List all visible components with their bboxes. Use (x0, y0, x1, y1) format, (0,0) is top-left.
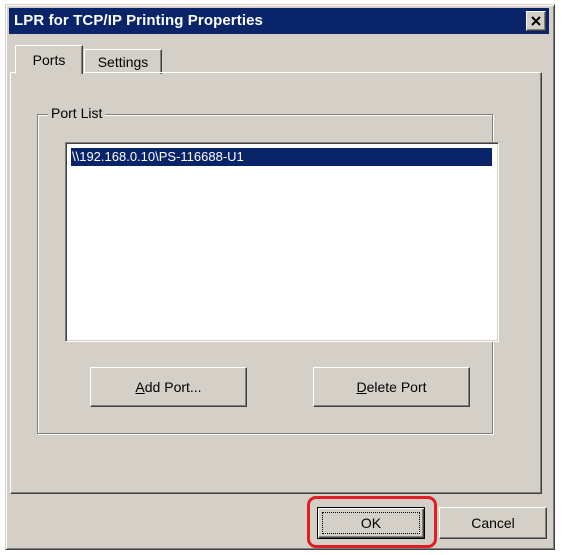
cancel-label: Cancel (471, 515, 515, 531)
close-icon (531, 16, 541, 26)
close-button[interactable] (526, 11, 546, 31)
tab-settings[interactable]: Settings (84, 49, 162, 74)
window-title: LPR for TCP/IP Printing Properties (14, 12, 263, 29)
tab-settings-label: Settings (97, 54, 149, 70)
cancel-button[interactable]: Cancel (439, 507, 547, 539)
title-bar[interactable]: LPR for TCP/IP Printing Properties (9, 8, 549, 34)
ok-highlight-annotation (307, 496, 437, 548)
tab-panel-ports (10, 72, 542, 494)
tab-ports-label: Ports (32, 52, 66, 68)
tab-ports[interactable]: Ports (15, 45, 83, 74)
port-list-group-label: Port List (48, 105, 106, 121)
